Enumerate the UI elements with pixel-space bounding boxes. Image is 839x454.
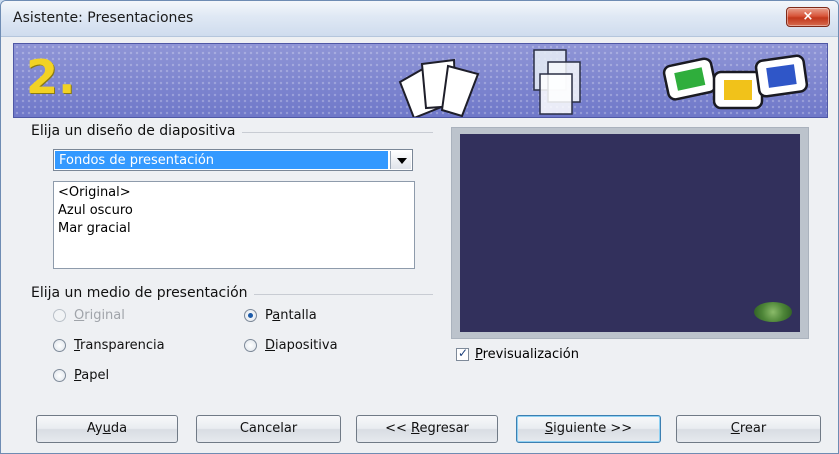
medium-group-label: Elija un medio de presentación: [31, 285, 254, 301]
title-bar: Asistente: Presentaciones ×: [1, 1, 838, 37]
back-button[interactable]: << Regresar: [356, 415, 498, 443]
checkbox-check-icon[interactable]: [456, 346, 469, 361]
radio-circle: [53, 309, 66, 322]
wizard-window: Asistente: Presentaciones × 2. Elija un …: [0, 0, 839, 454]
radio-circle: [53, 369, 66, 382]
radio-pantalla[interactable]: Pantalla: [244, 308, 317, 323]
radio-circle: [244, 309, 257, 322]
create-button[interactable]: Crear: [676, 415, 821, 443]
step-number: 2.: [26, 50, 76, 104]
preview-checkbox[interactable]: Previsualización: [456, 346, 579, 362]
radio-label-papel: Papel: [74, 368, 110, 383]
radio-circle: [244, 339, 257, 352]
cancel-button[interactable]: Cancelar: [196, 415, 341, 443]
window-title: Asistente: Presentaciones: [13, 10, 194, 26]
wizard-banner: 2.: [13, 43, 828, 118]
dropdown-selected-value: Fondos de presentación: [55, 151, 388, 169]
preview-slide: [460, 134, 800, 332]
radio-label-pantalla: Pantalla: [265, 308, 317, 323]
close-icon: ×: [802, 9, 814, 24]
list-item[interactable]: <Original>: [58, 184, 410, 202]
pages-stack-icon: [398, 58, 480, 117]
radio-original[interactable]: Original: [53, 308, 125, 323]
radio-transparencia[interactable]: Transparencia: [53, 338, 165, 353]
radio-label-diapositiva: Diapositiva: [265, 338, 338, 353]
list-item[interactable]: Mar gracial: [58, 220, 410, 238]
radio-label-transparencia: Transparencia: [74, 338, 165, 353]
radio-diapositiva[interactable]: Diapositiva: [244, 338, 338, 353]
help-button[interactable]: Ayuda: [36, 415, 178, 443]
colored-slides-icon: [662, 54, 809, 110]
design-group-label: Elija un diseño de diapositiva: [31, 123, 242, 139]
list-item[interactable]: Azul oscuro: [58, 202, 410, 220]
leaf-logo-icon: [754, 302, 792, 322]
close-button[interactable]: ×: [786, 7, 830, 27]
radio-papel[interactable]: Papel: [53, 368, 109, 383]
radio-label-original: Original: [74, 308, 125, 323]
preview-panel: [451, 127, 809, 339]
transparency-frames-icon: [533, 49, 581, 115]
design-listbox[interactable]: <Original> Azul oscuro Mar gracial: [53, 181, 415, 269]
radio-circle: [53, 339, 66, 352]
chevron-down-icon[interactable]: [390, 151, 411, 169]
next-button[interactable]: Siguiente >>: [516, 415, 661, 443]
design-category-dropdown[interactable]: Fondos de presentación: [53, 149, 413, 171]
preview-checkbox-label: Previsualización: [475, 347, 579, 362]
